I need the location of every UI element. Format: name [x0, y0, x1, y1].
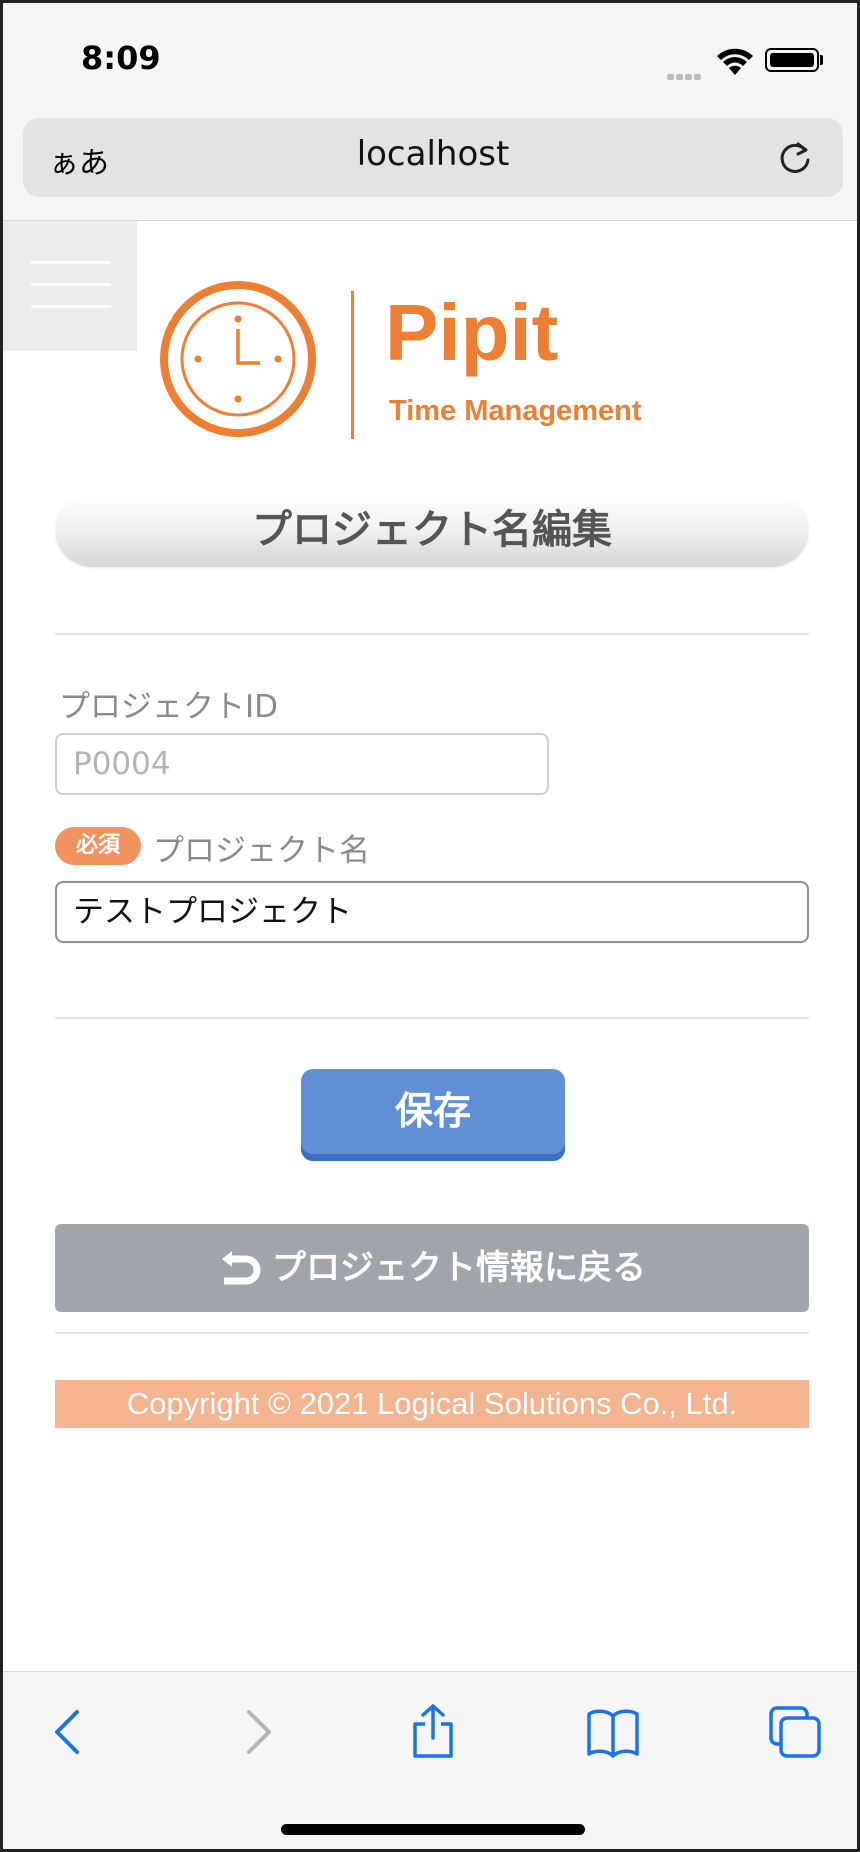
- divider: [55, 1332, 809, 1334]
- required-badge: 必須: [55, 827, 141, 865]
- status-time: 8:09: [81, 39, 161, 77]
- home-indicator[interactable]: [281, 1824, 585, 1835]
- wifi-icon: [717, 48, 753, 75]
- tabs-icon[interactable]: [765, 1702, 825, 1762]
- logo-subtitle: Time Management: [389, 395, 642, 427]
- project-name-label: プロジェクト名: [153, 833, 370, 869]
- copyright-footer: Copyright © 2021 Logical Solutions Co., …: [55, 1380, 809, 1428]
- back-arrow-icon[interactable]: [41, 1702, 101, 1762]
- bookmarks-icon[interactable]: [583, 1702, 643, 1762]
- address-bar[interactable]: ぁあ localhost: [23, 118, 843, 197]
- battery-icon: [765, 48, 819, 72]
- page-title: プロジェクト名編集: [55, 493, 809, 567]
- project-name-field[interactable]: テストプロジェクト: [55, 881, 809, 943]
- menu-line-icon: [31, 283, 111, 286]
- clock-icon: [160, 281, 316, 437]
- hamburger-menu-button[interactable]: [3, 221, 137, 351]
- app-logo: Pipit Time Management: [153, 281, 673, 453]
- back-to-project-info-button[interactable]: プロジェクト情報に戻る: [55, 1224, 809, 1312]
- battery-tip: [820, 55, 823, 65]
- browser-address-area: ぁあ localhost: [3, 108, 857, 221]
- forward-arrow-icon[interactable]: [225, 1702, 285, 1762]
- share-icon[interactable]: [403, 1702, 463, 1762]
- save-button[interactable]: 保存: [301, 1069, 565, 1161]
- cellular-signal-icon: [667, 65, 707, 80]
- logo-divider: [351, 291, 354, 439]
- project-id-field[interactable]: P0004: [55, 733, 549, 795]
- divider: [55, 1017, 809, 1019]
- back-button-label: プロジェクト情報に戻る: [272, 1248, 646, 1288]
- phone-frame: 8:09 ぁあ localhost Pipit Time Management …: [0, 0, 860, 1852]
- reload-icon[interactable]: [775, 138, 815, 178]
- project-id-label: プロジェクトID: [59, 689, 279, 725]
- status-bar: 8:09: [3, 3, 857, 108]
- menu-line-icon: [31, 305, 111, 308]
- divider: [55, 633, 809, 635]
- logo-name: Pipit: [385, 288, 559, 377]
- url-text[interactable]: localhost: [23, 134, 843, 174]
- return-arrow-icon: [222, 1250, 261, 1284]
- menu-line-icon: [31, 261, 111, 264]
